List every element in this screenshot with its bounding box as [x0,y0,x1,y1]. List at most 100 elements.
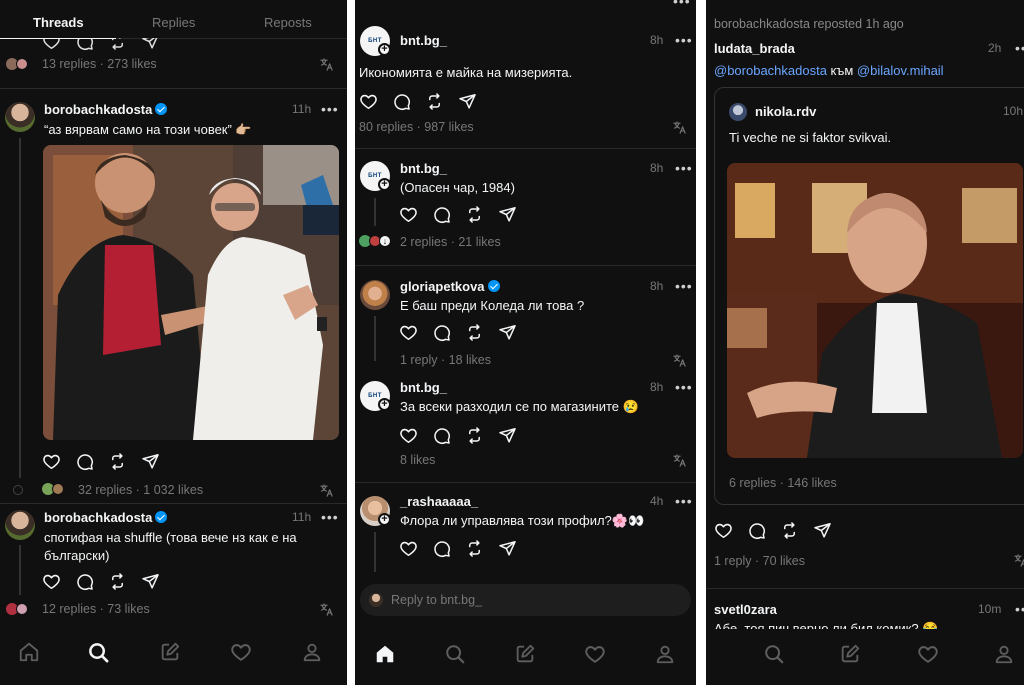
heart-icon[interactable] [584,643,606,665]
compose-icon[interactable] [514,643,536,665]
repost-icon[interactable] [108,452,127,471]
heart-icon[interactable] [42,572,61,591]
comment-icon[interactable] [75,452,94,471]
translate-icon[interactable] [319,602,334,617]
post-author[interactable]: gloriapetkova [400,279,500,294]
share-icon[interactable] [141,452,160,471]
more-options-icon[interactable]: ••• [1015,41,1024,55]
translate-icon[interactable] [319,57,334,72]
more-options-icon[interactable]: ••• [675,380,693,394]
post-author[interactable]: borobachkadosta [44,102,168,117]
post-author[interactable]: bnt.bg_ [400,380,447,395]
comment-icon[interactable] [392,92,411,111]
share-icon[interactable] [141,32,160,51]
post-author[interactable]: bnt.bg_ [400,33,447,48]
heart-icon[interactable] [230,641,252,663]
repost-icon[interactable] [465,539,484,558]
heart-icon[interactable] [399,205,418,224]
follow-plus-icon[interactable]: + [378,178,391,191]
comment-icon[interactable] [75,32,94,51]
tab-reposts[interactable]: Reposts [264,15,312,30]
share-icon[interactable] [498,539,517,558]
more-options-icon[interactable]: ••• [675,494,693,508]
heart-icon[interactable] [917,643,939,665]
heart-icon[interactable] [399,539,418,558]
tab-threads[interactable]: Threads [33,15,84,30]
follow-plus-icon[interactable]: + [378,398,391,411]
heart-icon[interactable] [399,323,418,342]
search-icon[interactable] [444,643,466,665]
more-options-icon[interactable]: ••• [1015,602,1024,616]
translate-icon[interactable] [1013,553,1024,568]
follow-plus-icon[interactable]: + [378,513,391,526]
post-author[interactable]: borobachkadosta [44,510,168,525]
post-stats[interactable]: 80 replies · 987 likes [359,120,474,134]
comment-icon[interactable] [75,572,94,591]
tab-replies[interactable]: Replies [152,15,195,30]
translate-icon[interactable] [319,483,334,498]
reply-input[interactable]: Reply to bnt.bg_ [360,584,691,616]
profile-icon[interactable] [301,641,323,663]
quoted-stats[interactable]: 6 replies · 146 likes [729,476,837,490]
heart-icon[interactable] [399,426,418,445]
search-icon[interactable] [763,643,785,665]
repost-icon[interactable] [108,32,127,51]
profile-icon[interactable] [993,643,1015,665]
avatar[interactable] [360,280,390,310]
post-stats[interactable]: 13 replies · 273 likes [42,57,157,71]
comment-icon[interactable] [432,426,451,445]
follow-plus-icon[interactable]: + [378,43,391,56]
repost-icon[interactable] [465,426,484,445]
post-stats[interactable]: 12 replies · 73 likes [42,602,150,616]
share-icon[interactable] [141,572,160,591]
post-stats[interactable]: 8 likes [400,453,435,467]
search-icon[interactable] [87,641,110,664]
avatar[interactable] [5,510,35,540]
post-stats[interactable]: 2 replies · 21 likes [400,235,501,249]
translate-icon[interactable] [672,353,687,368]
translate-icon[interactable] [672,453,687,468]
post-stats[interactable]: 1 reply · 70 likes [714,554,805,568]
post-author[interactable]: _rashaaaaa_ [400,494,478,509]
heart-icon[interactable] [359,92,378,111]
comment-icon[interactable] [432,205,451,224]
repost-icon[interactable] [465,205,484,224]
post-stats[interactable]: 1 reply · 18 likes [400,353,491,367]
home-icon[interactable] [18,641,40,663]
repost-icon[interactable] [465,323,484,342]
more-options-icon[interactable]: ••• [675,279,693,293]
heart-icon[interactable] [42,452,61,471]
compose-icon[interactable] [839,643,861,665]
post-author[interactable]: ludata_brada [714,41,795,56]
heart-icon[interactable] [714,521,733,540]
repost-icon[interactable] [425,92,444,111]
share-icon[interactable] [498,205,517,224]
comment-icon[interactable] [432,539,451,558]
share-icon[interactable] [813,521,832,540]
avatar[interactable] [5,102,35,132]
share-icon[interactable] [458,92,477,111]
post-stats[interactable]: 32 replies · 1 032 likes [78,483,203,497]
profile-icon[interactable] [654,643,676,665]
home-icon[interactable] [374,643,396,665]
comment-icon[interactable] [747,521,766,540]
share-icon[interactable] [498,323,517,342]
more-options-icon[interactable]: ••• [673,0,691,8]
compose-icon[interactable] [159,641,181,663]
repost-icon[interactable] [108,572,127,591]
comment-icon[interactable] [432,323,451,342]
heart-icon[interactable] [42,32,61,51]
more-options-icon[interactable]: ••• [675,161,693,175]
more-options-icon[interactable]: ••• [321,510,339,524]
post-image[interactable] [43,145,339,440]
translate-icon[interactable] [672,120,687,135]
share-icon[interactable] [498,426,517,445]
quoted-post-card[interactable]: nikola.rdv 10h Ti veche ne si faktor svi… [714,87,1024,505]
repost-icon[interactable] [780,521,799,540]
post-author[interactable]: bnt.bg_ [400,161,447,176]
more-options-icon[interactable]: ••• [321,102,339,116]
quoted-author[interactable]: nikola.rdv [755,104,816,119]
mention-link[interactable]: @borobachkadosta [714,63,827,78]
more-options-icon[interactable]: ••• [675,33,693,47]
quoted-image[interactable] [727,163,1023,458]
